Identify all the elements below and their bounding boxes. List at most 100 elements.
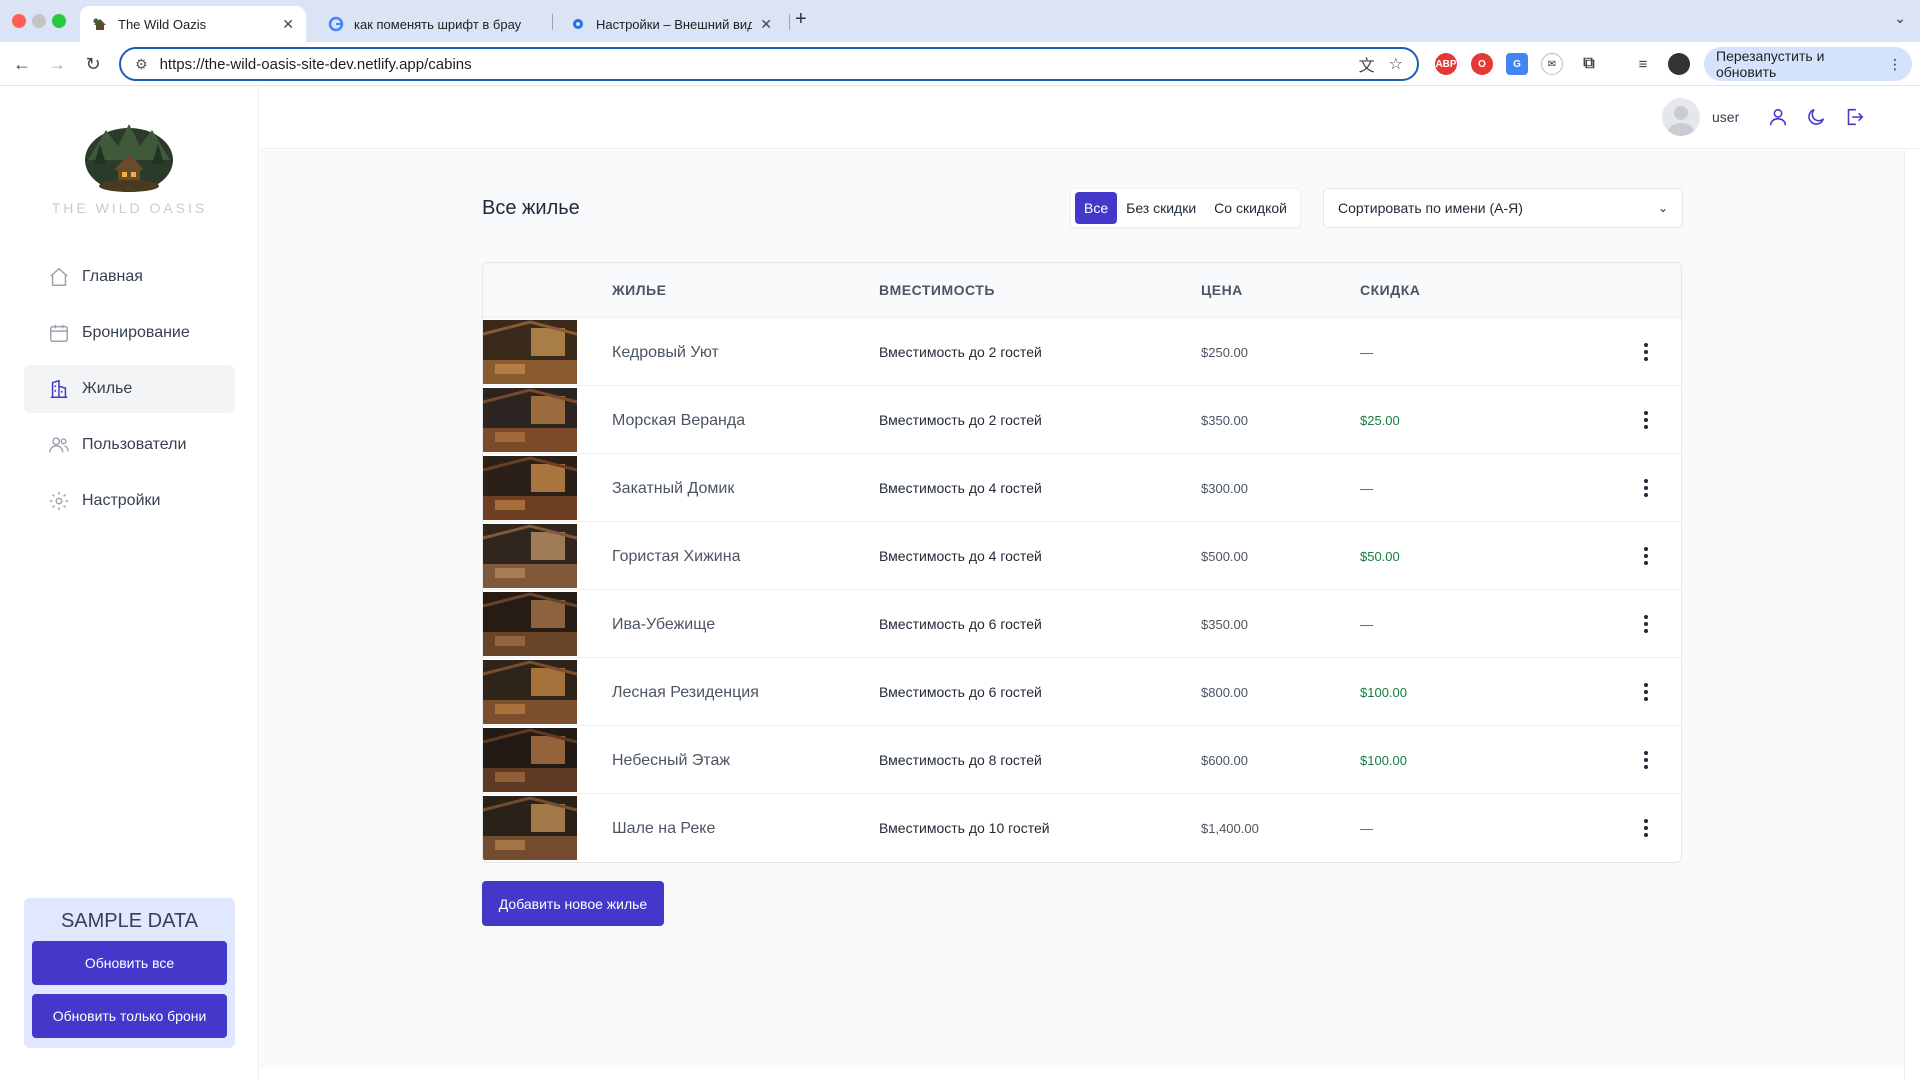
row-menu-icon[interactable] — [1635, 814, 1657, 842]
reload-icon[interactable]: ↻ — [81, 52, 105, 76]
main-content: Все жилье Все Без скидки Со скидкой Сорт… — [260, 150, 1904, 1068]
add-cabin-button[interactable]: Добавить новое жилье — [482, 881, 664, 926]
browser-tab[interactable]: Настройки – Внешний вид ✕ — [558, 6, 784, 42]
browser-toolbar: ← → ↻ ⚙ https://the-wild-oasis-site-dev.… — [0, 42, 1920, 86]
table-body: Кедровый Уют Вместимость до 2 гостей $250.… — [483, 318, 1681, 862]
cabin-price: $500.00 — [1201, 549, 1248, 564]
cabin-capacity: Вместимость до 4 гостей — [879, 480, 1042, 496]
browser-tab[interactable]: The Wild Oazis ✕ — [80, 6, 306, 42]
tab-title: The Wild Oazis — [118, 16, 207, 32]
sample-data-title: SAMPLE DATA — [60, 910, 199, 932]
cabin-price: $800.00 — [1201, 685, 1248, 700]
avatar[interactable] — [1662, 98, 1700, 136]
cabin-name: Шале на Реке — [612, 820, 716, 837]
home-icon — [48, 266, 70, 288]
row-menu-icon[interactable] — [1635, 338, 1657, 366]
cabin-discount: — — [1360, 345, 1373, 360]
table-row: Закатный Домик Вместимость до 4 гостей $30… — [483, 454, 1681, 522]
refresh-bookings-button[interactable]: Обновить только брони — [32, 994, 227, 1038]
cabin-capacity: Вместимость до 10 гостей — [879, 820, 1050, 836]
sidebar-item-label: Настройки — [82, 492, 161, 509]
cabin-name: Лесная Резиденция — [612, 684, 759, 701]
cabin-discount: $100.00 — [1360, 753, 1407, 768]
cabin-name: Гористая Хижина — [612, 548, 741, 565]
browser-menu-icon[interactable]: ⋮ — [1888, 56, 1902, 73]
buildings-icon — [48, 378, 70, 400]
cabins-table: ЖИЛЬЕ ВМЕСТИМОСТЬ ЦЕНА СКИДКА Кедровый У… — [482, 262, 1682, 863]
sort-select[interactable]: Сортировать по имени (A-Я) ⌄ — [1323, 188, 1683, 228]
browser-tab[interactable]: как поменять шрифт в брау — [316, 6, 552, 42]
filter-no-discount-button[interactable]: Без скидки — [1117, 192, 1205, 224]
row-menu-icon[interactable] — [1635, 746, 1657, 774]
column-header-discount: СКИДКА — [1360, 282, 1421, 298]
translate-extension-icon[interactable]: G — [1506, 53, 1528, 75]
address-bar[interactable]: ⚙ https://the-wild-oasis-site-dev.netlif… — [119, 47, 1419, 81]
table-row: Морская Веранда Вместимость до 2 гостей $3… — [483, 386, 1681, 454]
window-zoom-button[interactable] — [52, 14, 66, 28]
cabin-price: $250.00 — [1201, 345, 1248, 360]
cabin-name: Ива-Убежище — [612, 616, 716, 633]
cabin-capacity: Вместимость до 8 гостей — [879, 752, 1042, 768]
cabin-image — [483, 388, 578, 452]
table-row: Ива-Убежище Вместимость до 6 гостей $350.0… — [483, 590, 1681, 658]
cabin-image — [483, 592, 578, 656]
adblock-extension-icon[interactable]: ABP — [1435, 53, 1457, 75]
sidebar-item-home[interactable]: Главная — [24, 253, 235, 301]
sidebar: THE WILD OASIS Главная Бронирование Жиль… — [0, 87, 259, 1080]
users-icon — [48, 434, 70, 456]
cabin-price: $350.00 — [1201, 617, 1248, 632]
tab-close-icon[interactable]: ✕ — [760, 16, 772, 33]
tab-title: как поменять шрифт в брау — [354, 16, 522, 32]
row-menu-icon[interactable] — [1635, 542, 1657, 570]
row-menu-icon[interactable] — [1635, 678, 1657, 706]
new-tab-button[interactable]: + — [795, 8, 807, 31]
relaunch-update-button[interactable]: Перезапустить и обновить ⋮ — [1704, 47, 1912, 81]
extension-icon[interactable]: ✉ — [1541, 53, 1563, 75]
sidebar-item-bookings[interactable]: Бронирование — [24, 309, 235, 357]
cabin-capacity: Вместимость до 4 гостей — [879, 548, 1042, 564]
row-menu-icon[interactable] — [1635, 406, 1657, 434]
opera-extension-icon[interactable]: O — [1471, 53, 1493, 75]
row-menu-icon[interactable] — [1635, 474, 1657, 502]
cabin-discount: $25.00 — [1360, 413, 1400, 428]
wild-oasis-logo — [84, 120, 174, 192]
sample-data-panel: SAMPLE DATA Обновить все Обновить только… — [24, 898, 235, 1048]
cabin-name: Закатный Домик — [612, 480, 735, 497]
back-arrow-icon[interactable]: ← — [10, 52, 34, 76]
logout-icon[interactable] — [1841, 104, 1867, 130]
puzzle-extensions-icon[interactable]: ⧉ — [1578, 53, 1600, 75]
table-row: Лесная Резиденция Вместимость до 6 гостей… — [483, 658, 1681, 726]
refresh-all-button[interactable]: Обновить все — [32, 941, 227, 985]
table-row: Небесный Этаж Вместимость до 8 гостей $600… — [483, 726, 1681, 794]
filter-all-button[interactable]: Все — [1075, 192, 1118, 224]
tab-search-chevron-icon[interactable]: ⌄ — [1894, 10, 1906, 27]
tab-close-icon[interactable]: ✕ — [282, 16, 294, 33]
sidebar-item-users[interactable]: Пользователи — [24, 421, 235, 469]
forward-arrow-icon[interactable]: → — [45, 52, 69, 76]
sidebar-item-label: Бронирование — [82, 324, 190, 341]
sort-select-value: Сортировать по имени (A-Я) — [1338, 200, 1523, 216]
table-header: ЖИЛЬЕ ВМЕСТИМОСТЬ ЦЕНА СКИДКА — [483, 263, 1681, 318]
cabin-capacity: Вместимость до 2 гостей — [879, 412, 1042, 428]
moon-icon[interactable] — [1803, 104, 1829, 130]
bookmark-star-icon[interactable]: ☆ — [1389, 54, 1403, 74]
cabin-discount: $50.00 — [1360, 549, 1400, 564]
cabin-discount: — — [1360, 821, 1373, 836]
page-scrollbar[interactable] — [1904, 150, 1920, 1080]
sidebar-item-cabins[interactable]: Жилье — [24, 365, 235, 413]
settings-gear-icon — [570, 16, 586, 32]
cabin-name: Небесный Этаж — [612, 752, 731, 769]
user-icon[interactable] — [1765, 104, 1791, 130]
window-minimize-button[interactable] — [32, 14, 46, 28]
filter-with-discount-button[interactable]: Со скидкой — [1205, 192, 1296, 224]
translate-icon[interactable]: 文 — [1359, 52, 1375, 76]
window-close-button[interactable] — [12, 14, 26, 28]
row-menu-icon[interactable] — [1635, 610, 1657, 638]
sidebar-item-settings[interactable]: Настройки — [24, 477, 235, 525]
brand-name: THE WILD OASIS — [51, 200, 208, 216]
media-controls-icon[interactable]: ≡ — [1632, 53, 1654, 75]
address-url[interactable]: https://the-wild-oasis-site-dev.netlify.… — [160, 56, 1359, 73]
site-info-icon[interactable]: ⚙ — [135, 56, 148, 73]
relaunch-label: Перезапустить и обновить — [1716, 48, 1825, 80]
profile-avatar-icon[interactable] — [1668, 53, 1690, 75]
